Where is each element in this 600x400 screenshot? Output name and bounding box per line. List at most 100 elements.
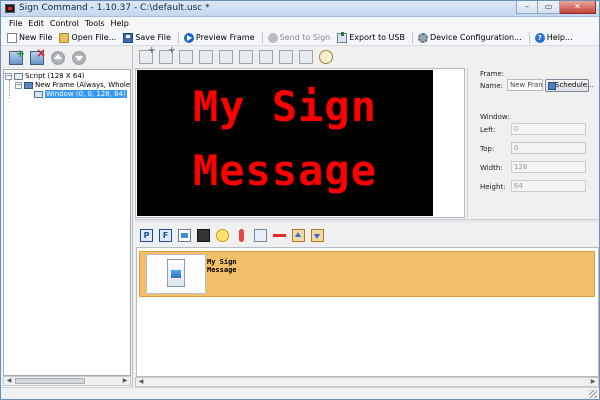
height-label: Height: <box>480 183 506 191</box>
move-down-button[interactable] <box>72 51 86 65</box>
menu-control[interactable]: Control <box>47 17 82 30</box>
app-window: Sign Command - 1.10.37 - C:\default.usc … <box>0 0 600 400</box>
add-clock-icon[interactable] <box>216 228 229 242</box>
scroll-right-icon[interactable]: ▶ <box>588 378 598 386</box>
menu-help[interactable]: Help <box>108 17 132 30</box>
script-panel: − Script (128 X 64) − New Frame (Always,… <box>1 46 133 387</box>
script-tree[interactable]: − Script (128 X 64) − New Frame (Always,… <box>3 69 131 376</box>
open-file-button[interactable]: Open File... <box>59 31 116 45</box>
left-label: Left: <box>480 126 496 134</box>
toolbar-separator <box>261 31 263 44</box>
maximize-button[interactable]: ▭ <box>538 1 560 14</box>
split-vertical-button[interactable] <box>239 50 253 64</box>
split-horizontal-button[interactable] <box>259 50 273 64</box>
new-file-button[interactable]: New File <box>7 31 52 45</box>
title-bar[interactable]: Sign Command - 1.10.37 - C:\default.usc … <box>1 1 599 17</box>
device-config-button[interactable]: Device Configuration... <box>417 31 522 45</box>
add-animation-icon[interactable] <box>197 228 210 242</box>
preview-frame-button[interactable]: Preview Frame <box>183 31 255 45</box>
script-icon <box>14 72 23 80</box>
scroll-thumb[interactable] <box>15 378 85 384</box>
window-label: Window (0, 0, 128, 64) <box>45 90 127 98</box>
collapse-icon[interactable]: − <box>15 81 22 89</box>
tree-connector <box>9 80 10 98</box>
frame-name-input[interactable]: New Frame <box>507 79 543 91</box>
frame-heading: Frame: <box>480 70 505 78</box>
script-label: Script (128 X 64) <box>25 72 85 80</box>
menu-tools[interactable]: Tools <box>82 17 108 30</box>
page-button[interactable]: P <box>140 228 153 242</box>
frame-properties-panel: Frame: Name: New Frame Schedule... Windo… <box>467 68 599 218</box>
add-window-button[interactable] <box>139 45 156 64</box>
content-thumbnail <box>146 254 206 294</box>
add-document-icon[interactable] <box>178 228 191 242</box>
move-up-button[interactable] <box>51 51 65 65</box>
width-label: Width: <box>480 164 503 172</box>
menu-edit[interactable]: Edit <box>25 17 47 30</box>
help-icon: ? <box>534 32 545 43</box>
scroll-left-icon[interactable]: ◀ <box>4 377 14 385</box>
duplicate-window-button[interactable] <box>199 50 213 64</box>
list-item[interactable]: My Sign Message <box>139 251 595 297</box>
add-temperature-icon[interactable] <box>239 228 244 242</box>
send-to-sign-label: Send to Sign <box>279 33 331 42</box>
name-label: Name: <box>480 82 504 90</box>
frame-toolbar <box>135 45 599 68</box>
height-input[interactable]: 64 <box>511 180 586 192</box>
left-input[interactable]: 0 <box>511 123 586 135</box>
copy-window-button[interactable] <box>179 50 193 64</box>
collapse-icon[interactable]: − <box>5 72 12 80</box>
resize-grip-icon[interactable] <box>589 390 597 398</box>
menu-bar: File Edit Control Tools Help <box>1 17 599 30</box>
move-content-down-icon[interactable] <box>311 228 324 242</box>
save-file-label: Save File <box>135 33 171 42</box>
scroll-left-icon[interactable]: ◀ <box>136 378 146 386</box>
copy-content-icon[interactable] <box>254 228 267 242</box>
font-button[interactable]: F <box>159 228 172 242</box>
status-bar <box>1 387 599 399</box>
window-controls: – ▭ ✕ <box>516 1 596 15</box>
remove-window-button[interactable] <box>299 50 313 64</box>
delete-frame-button[interactable] <box>30 46 46 65</box>
width-input[interactable]: 128 <box>511 161 586 173</box>
send-to-sign-button[interactable]: Send to Sign <box>267 31 331 45</box>
scroll-right-icon[interactable]: ▶ <box>120 377 130 385</box>
save-file-button[interactable]: Save File <box>123 31 171 45</box>
export-usb-button[interactable]: Export to USB <box>337 31 405 45</box>
script-toolbar <box>1 46 132 70</box>
add-frame-button[interactable] <box>9 47 25 65</box>
send-icon <box>267 32 278 43</box>
open-file-label: Open File... <box>71 33 117 42</box>
gear-icon <box>417 32 428 43</box>
merge-window-button[interactable] <box>279 50 293 64</box>
move-content-up-icon[interactable] <box>292 228 305 242</box>
schedule-button[interactable]: Schedule... <box>545 79 594 92</box>
usb-icon <box>337 31 348 43</box>
folder-icon <box>59 32 70 43</box>
preview-frame-label: Preview Frame <box>195 33 255 42</box>
minimize-button[interactable]: – <box>516 1 538 14</box>
remove-content-icon[interactable] <box>273 234 286 237</box>
help-button[interactable]: ? Help... <box>534 31 573 45</box>
window-title: Sign Command - 1.10.37 - C:\default.usc … <box>19 3 210 13</box>
tree-horizontal-scrollbar[interactable]: ◀ ▶ <box>3 376 131 386</box>
close-button[interactable]: ✕ <box>560 1 596 14</box>
zoom-icon[interactable] <box>319 50 333 64</box>
led-display[interactable]: My Sign Message <box>137 70 433 216</box>
menu-file[interactable]: File <box>6 17 25 30</box>
tree-node-window[interactable]: Window (0, 0, 128, 64) <box>34 89 127 99</box>
app-icon[interactable] <box>5 4 15 13</box>
add-window-alt-button[interactable] <box>159 45 176 64</box>
content-item-text: My Sign Message <box>207 258 237 274</box>
play-icon <box>183 32 194 43</box>
window-icon <box>34 90 43 98</box>
help-label: Help... <box>546 33 573 42</box>
top-input[interactable]: 0 <box>511 142 586 154</box>
settings-window-button[interactable] <box>219 50 233 64</box>
content-horizontal-scrollbar[interactable]: ◀ ▶ <box>135 377 599 387</box>
export-usb-label: Export to USB <box>349 33 405 42</box>
pane-splitter[interactable] <box>135 219 599 223</box>
toolbar-separator <box>528 31 530 44</box>
toolbar-separator <box>411 31 413 44</box>
device-config-label: Device Configuration... <box>429 33 522 42</box>
